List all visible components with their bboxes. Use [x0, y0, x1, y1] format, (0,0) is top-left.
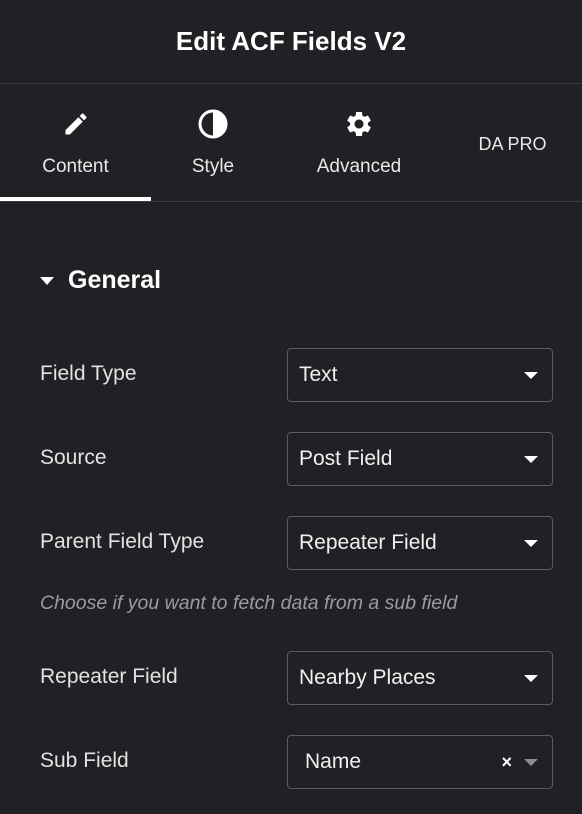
field-type-value: Text	[299, 363, 338, 386]
chevron-down-icon	[524, 758, 538, 766]
source-value: Post Field	[299, 447, 393, 470]
chevron-down-icon	[524, 371, 538, 379]
source-select[interactable]: Post Field	[287, 432, 553, 486]
field-type-select[interactable]: Text	[287, 348, 553, 402]
source-label: Source	[40, 446, 107, 469]
contrast-icon	[197, 108, 229, 140]
repeater-field-label: Repeater Field	[40, 665, 178, 688]
caret-down-icon	[40, 277, 54, 285]
section-title: General	[68, 265, 162, 294]
sub-field-select[interactable]: Name ×	[287, 735, 553, 789]
field-type-label: Field Type	[40, 362, 137, 385]
tab-advanced-label: Advanced	[316, 155, 402, 177]
gear-icon	[343, 108, 375, 140]
sub-field-label: Sub Field	[40, 749, 129, 772]
tab-da-pro[interactable]: DA PRO	[443, 84, 582, 201]
pencil-icon	[60, 108, 92, 140]
tab-style[interactable]: Style	[151, 84, 275, 201]
tab-da-pro-label: DA PRO	[478, 134, 547, 154]
tab-advanced[interactable]: Advanced	[275, 84, 443, 201]
panel-tabs: Content Style Advanced DA PRO	[0, 84, 582, 202]
section-general-toggle[interactable]: General	[40, 262, 161, 298]
tab-content[interactable]: Content	[0, 84, 151, 201]
close-icon[interactable]: ×	[501, 753, 512, 771]
parent-field-type-select[interactable]: Repeater Field	[287, 516, 553, 570]
repeater-field-select[interactable]: Nearby Places	[287, 651, 553, 705]
chevron-down-icon	[524, 674, 538, 682]
tab-style-label: Style	[191, 155, 235, 177]
chevron-down-icon	[524, 455, 538, 463]
parent-field-help-text: Choose if you want to fetch data from a …	[40, 592, 458, 614]
repeater-field-value: Nearby Places	[299, 666, 436, 689]
panel-title: Edit ACF Fields V2	[175, 26, 407, 56]
chevron-down-icon	[524, 539, 538, 547]
parent-field-type-label: Parent Field Type	[40, 530, 205, 553]
sub-field-value: Name	[305, 750, 362, 773]
tab-content-label: Content	[42, 155, 109, 177]
parent-field-type-value: Repeater Field	[299, 531, 437, 554]
panel-header: Edit ACF Fields V2	[0, 0, 582, 84]
